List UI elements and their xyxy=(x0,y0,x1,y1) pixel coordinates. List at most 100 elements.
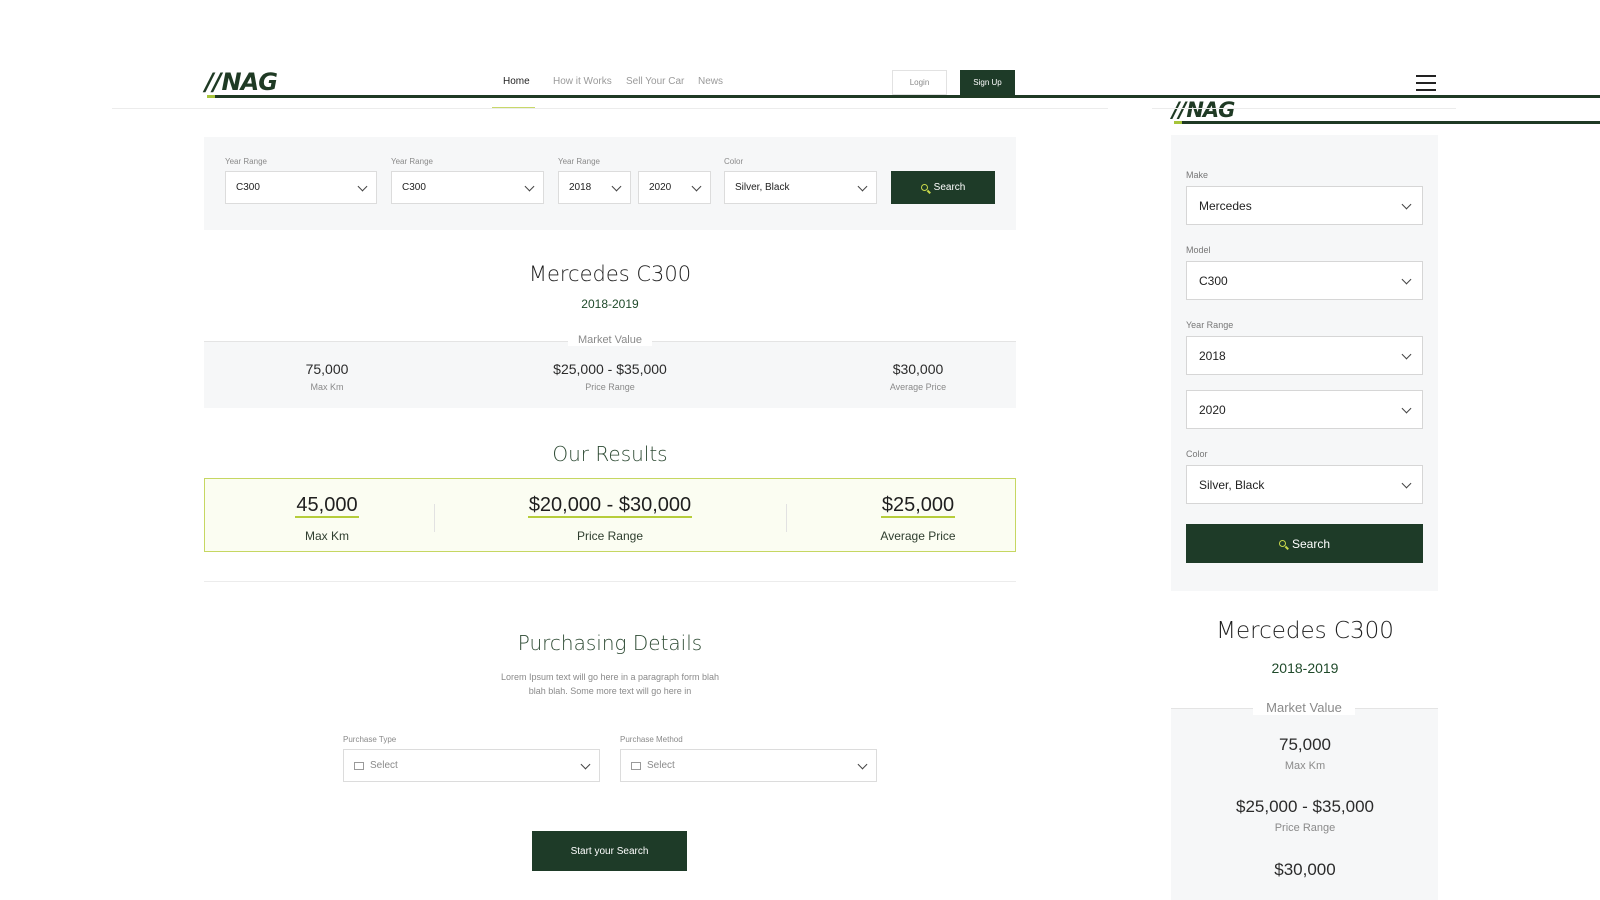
year-to-value: 2020 xyxy=(649,182,672,193)
results-max-km-label: Max Km xyxy=(304,529,349,543)
search-icon xyxy=(920,184,928,191)
results-avg-price: $25,000 xyxy=(838,494,998,518)
car-title: Mercedes C300 xyxy=(528,262,692,286)
nav-home[interactable]: Home xyxy=(503,76,530,87)
mobile-year-label: Year Range xyxy=(1186,320,1234,330)
nav-how-it-works[interactable]: How it Works xyxy=(553,76,612,87)
results-divider xyxy=(786,504,787,532)
nav-sell-your-car[interactable]: Sell Your Car xyxy=(626,76,684,87)
market-value-label: Market Value xyxy=(568,334,652,346)
logo-text: NAG xyxy=(221,68,278,96)
mobile-year-from-select[interactable]: 2018 xyxy=(1186,336,1423,375)
year-from-value: 2018 xyxy=(569,182,592,193)
header-divider xyxy=(112,108,1108,109)
logo-slashes: // xyxy=(1172,98,1186,122)
filter-2-label: Year Range xyxy=(391,157,433,166)
signup-button[interactable]: Sign Up xyxy=(960,70,1015,95)
market-price-range-label: Price Range xyxy=(585,382,635,392)
section-divider xyxy=(204,581,1016,582)
mobile-market-value-label: Market Value xyxy=(1253,700,1355,715)
mobile-avg-price: $30,000 xyxy=(1274,860,1336,879)
purchase-type-label: Purchase Type xyxy=(343,735,397,744)
mobile-make-select[interactable]: Mercedes xyxy=(1186,186,1423,225)
start-search-button[interactable]: Start your Search xyxy=(532,831,687,871)
chevron-down-icon xyxy=(580,759,591,769)
mobile-color-label: Color xyxy=(1186,449,1208,459)
results-max-km: 45,000 xyxy=(247,494,407,518)
mobile-year-to-select[interactable]: 2020 xyxy=(1186,390,1423,429)
chevron-down-icon xyxy=(357,181,368,191)
search-button[interactable]: Search xyxy=(891,171,995,204)
purchasing-paragraph-line1: Lorem Ipsum text will go here in a parag… xyxy=(500,672,720,682)
nav-news[interactable]: News xyxy=(698,76,723,87)
results-max-km-value: 45,000 xyxy=(295,494,359,518)
mobile-make-label: Make xyxy=(1186,170,1209,180)
purchase-method-value: Select xyxy=(647,760,675,771)
market-max-km: 75,000 xyxy=(305,361,349,377)
filter-3-label: Year Range xyxy=(558,157,600,166)
chevron-down-icon xyxy=(1401,199,1412,209)
mobile-header-divider xyxy=(1152,108,1456,109)
mobile-year-to-value: 2020 xyxy=(1199,402,1226,417)
color-value: Silver, Black xyxy=(735,182,790,193)
car-years: 2018-2019 xyxy=(581,297,639,311)
mobile-color-select[interactable]: Silver, Black xyxy=(1186,465,1423,504)
purchasing-paragraph-line2: blah blah. Some more text will go here i… xyxy=(528,686,692,696)
results-avg-price-label: Average Price xyxy=(880,529,956,543)
market-avg-price: $30,000 xyxy=(892,361,944,377)
mobile-price-range-label: Price Range xyxy=(1274,822,1336,834)
results-price-range-value: $20,000 - $30,000 xyxy=(527,494,693,518)
mobile-model-value: C300 xyxy=(1199,273,1228,288)
mobile-model-select[interactable]: C300 xyxy=(1186,261,1423,300)
menu-icon[interactable] xyxy=(1416,75,1436,91)
results-divider xyxy=(434,504,435,532)
purchasing-paragraph: Lorem Ipsum text will go here in a parag… xyxy=(460,670,760,698)
chevron-down-icon xyxy=(1401,403,1412,413)
results-avg-price-value: $25,000 xyxy=(880,494,956,518)
mobile-make-value: Mercedes xyxy=(1199,198,1252,213)
results-price-range: $20,000 - $30,000 xyxy=(490,494,730,518)
chevron-down-icon xyxy=(1401,478,1412,488)
logo-slashes: // xyxy=(205,68,222,96)
year-from-select[interactable]: 2018 xyxy=(558,171,631,204)
chevron-down-icon xyxy=(1401,349,1412,359)
chevron-down-icon xyxy=(1401,274,1412,284)
chevron-down-icon xyxy=(611,181,622,191)
chevron-down-icon xyxy=(691,181,702,191)
mobile-color-value: Silver, Black xyxy=(1199,477,1265,492)
calendar-icon xyxy=(354,761,364,770)
mobile-max-km: 75,000 xyxy=(1279,735,1331,754)
logo-text: NAG xyxy=(1186,98,1235,122)
color-select[interactable]: Silver, Black xyxy=(724,171,877,204)
mobile-car-title: Mercedes C300 xyxy=(1216,618,1394,644)
results-price-range-label: Price Range xyxy=(576,529,644,543)
chevron-down-icon xyxy=(857,181,868,191)
search-button-label: Search xyxy=(933,182,966,193)
search-icon xyxy=(1278,540,1286,547)
mobile-year-from-value: 2018 xyxy=(1199,348,1226,363)
purchase-method-label: Purchase Method xyxy=(620,735,683,744)
filter-color-label: Color xyxy=(724,157,744,166)
market-price-range: $25,000 - $35,000 xyxy=(553,361,667,377)
filter-2-select[interactable]: C300 xyxy=(391,171,544,204)
results-title: Our Results xyxy=(552,442,668,466)
card-icon xyxy=(631,761,641,770)
mobile-brand-logo[interactable]: // NAG xyxy=(1172,98,1600,124)
purchase-type-value: Select xyxy=(370,760,398,771)
filter-2-value: C300 xyxy=(402,182,426,193)
purchasing-title: Purchasing Details xyxy=(517,631,703,655)
filter-1-label: Year Range xyxy=(225,157,267,166)
mobile-max-km-label: Max Km xyxy=(1284,760,1326,772)
mobile-model-label: Model xyxy=(1186,245,1211,255)
mobile-search-label: Search xyxy=(1291,536,1331,551)
chevron-down-icon xyxy=(524,181,535,191)
purchase-type-select[interactable]: Select xyxy=(343,749,600,782)
filter-1-value: C300 xyxy=(236,182,260,193)
mobile-search-button[interactable]: Search xyxy=(1186,524,1423,563)
filter-1-select[interactable]: C300 xyxy=(225,171,377,204)
mobile-car-years: 2018-2019 xyxy=(1271,660,1339,676)
year-to-select[interactable]: 2020 xyxy=(638,171,711,204)
purchase-method-select[interactable]: Select xyxy=(620,749,877,782)
chevron-down-icon xyxy=(857,759,868,769)
login-button[interactable]: Login xyxy=(892,70,947,95)
